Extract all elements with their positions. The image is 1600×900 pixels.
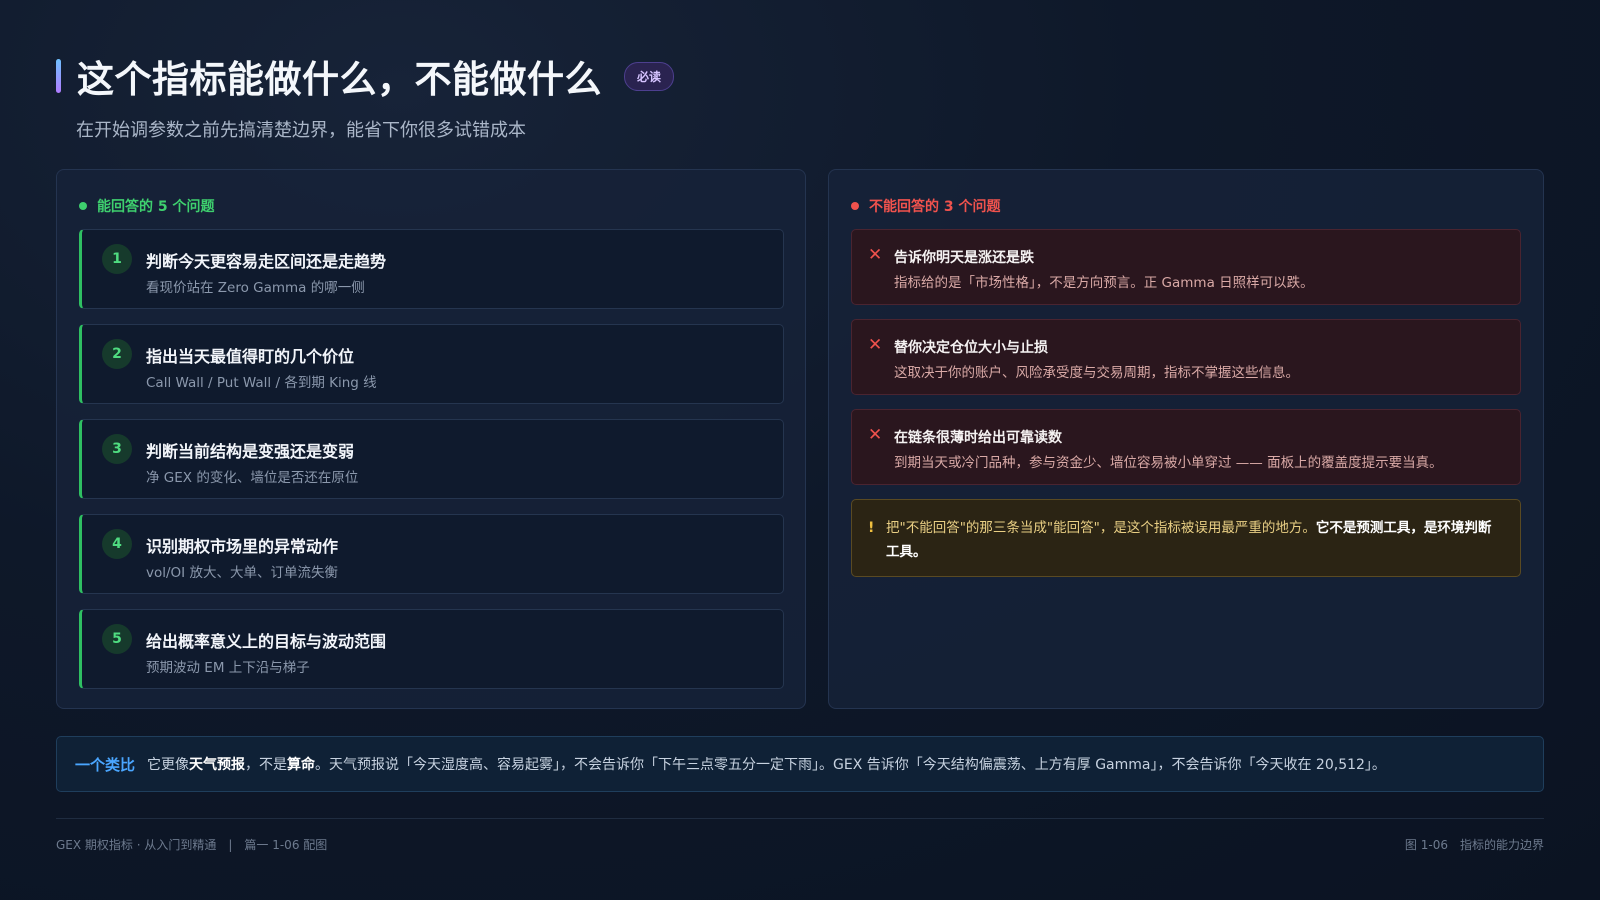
title-accent-bar <box>56 59 61 93</box>
header: 这个指标能做什么，不能做什么 必读 在开始调参数之前先搞清楚边界，能省下你很多试… <box>56 52 1544 142</box>
item-number-badge: 5 <box>102 624 132 654</box>
analogy-bold-weather: 天气预报 <box>189 757 246 773</box>
can-item: 5 给出概率意义上的目标与波动范围 预期波动 EM 上下沿与梯子 <box>79 609 784 689</box>
can-item: 1 判断今天更容易走区间还是走趋势 看现价站在 Zero Gamma 的哪一侧 <box>79 229 784 309</box>
can-item: 4 识别期权市场里的异常动作 vol/OI 放大、大单、订单流失衡 <box>79 514 784 594</box>
can-item-desc: 预期波动 EM 上下沿与梯子 <box>146 660 310 676</box>
analogy-text: ，不是 <box>245 757 288 773</box>
item-number-badge: 1 <box>102 244 132 274</box>
can-item-title: 给出概率意义上的目标与波动范围 <box>146 632 387 651</box>
footer-series-label: GEX 期权指标 · 从入门到精通 | 篇一 1-06 配图 <box>56 838 328 852</box>
cannot-item-desc: 这取决于你的账户、风险承受度与交易周期，指标不掌握这些信息。 <box>894 365 1299 381</box>
cannot-item: ✕ 在链条很薄时给出可靠读数 到期当天或冷门品种，参与资金少、墙位容易被小单穿过… <box>851 409 1521 485</box>
analogy-label: 一个类比 <box>75 755 136 774</box>
close-icon: ✕ <box>868 335 883 355</box>
must-read-badge: 必读 <box>624 61 675 91</box>
cannot-item-desc: 指标给的是「市场性格」，不是方向预言。正 Gamma 日照样可以跌。 <box>894 275 1314 291</box>
analogy-text: 。天气预报说「今天湿度高、容易起雾」，不会告诉你「下午三点零五分一定下雨」。GE… <box>315 757 1386 773</box>
item-number-badge: 4 <box>102 529 132 559</box>
cannot-item-desc: 到期当天或冷门品种，参与资金少、墙位容易被小单穿过 —— 面板上的覆盖度提示要当… <box>894 455 1443 471</box>
warning-text: 把"不能回答"的那三条当成"能回答"，是这个指标被误用最严重的地方。 <box>886 520 1316 536</box>
can-item-desc: vol/OI 放大、大单、订单流失衡 <box>146 565 338 581</box>
item-number-badge: 2 <box>102 339 132 369</box>
red-dot-icon <box>851 202 859 210</box>
footer-divider <box>56 818 1544 819</box>
can-answer-heading-label: 能回答的 5 个问题 <box>97 199 215 215</box>
can-item-title: 判断当前结构是变强还是变弱 <box>146 442 355 461</box>
cannot-item-title: 告诉你明天是涨还是跌 <box>894 250 1034 266</box>
can-answer-panel: 能回答的 5 个问题 1 判断今天更容易走区间还是走趋势 看现价站在 Zero … <box>56 169 806 709</box>
cannot-answer-heading-label: 不能回答的 3 个问题 <box>869 199 1001 215</box>
can-answer-heading: 能回答的 5 个问题 <box>79 196 215 216</box>
warning-icon: ! <box>868 520 875 536</box>
close-icon: ✕ <box>868 425 883 445</box>
cannot-item: ✕ 告诉你明天是涨还是跌 指标给的是「市场性格」，不是方向预言。正 Gamma … <box>851 229 1521 305</box>
analogy-bold-fortune: 算命 <box>287 757 316 773</box>
cannot-item-title: 替你决定仓位大小与止损 <box>894 340 1048 356</box>
cannot-answer-heading: 不能回答的 3 个问题 <box>851 196 1001 216</box>
analogy-text: 它更像 <box>147 757 190 773</box>
can-item-desc: 净 GEX 的变化、墙位是否还在原位 <box>146 470 359 486</box>
cannot-answer-list: ✕ 告诉你明天是涨还是跌 指标给的是「市场性格」，不是方向预言。正 Gamma … <box>851 229 1521 577</box>
cannot-item-title: 在链条很薄时给出可靠读数 <box>894 430 1062 446</box>
misuse-warning-box: ! 把"不能回答"的那三条当成"能回答"，是这个指标被误用最严重的地方。它不是预… <box>851 499 1521 577</box>
figure-caption: 指标的能力边界 <box>1459 838 1544 852</box>
can-item: 3 判断当前结构是变强还是变弱 净 GEX 的变化、墙位是否还在原位 <box>79 419 784 499</box>
analogy-box: 一个类比 它更像 天气预报 ，不是 算命 。天气预报说「今天湿度高、容易起雾」，不会告诉… <box>56 736 1544 792</box>
can-item-title: 判断今天更容易走区间还是走趋势 <box>146 252 387 271</box>
can-item-desc: Call Wall / Put Wall / 各到期 King 线 <box>146 375 377 391</box>
can-item-title: 识别期权市场里的异常动作 <box>146 537 339 556</box>
cannot-answer-panel: 不能回答的 3 个问题 ✕ 告诉你明天是涨还是跌 指标给的是「市场性格」，不是方… <box>828 169 1544 709</box>
item-number-badge: 3 <box>102 434 132 464</box>
footer-figure-caption: 图 1-06 指标的能力边界 <box>1405 836 1544 853</box>
figure-number: 图 1-06 <box>1404 838 1448 852</box>
can-item: 2 指出当天最值得盯的几个价位 Call Wall / Put Wall / 各… <box>79 324 784 404</box>
close-icon: ✕ <box>868 245 883 265</box>
cannot-item: ✕ 替你决定仓位大小与止损 这取决于你的账户、风险承受度与交易周期，指标不掌握这… <box>851 319 1521 395</box>
can-answer-list: 1 判断今天更容易走区间还是走趋势 看现价站在 Zero Gamma 的哪一侧 … <box>79 229 784 704</box>
page-subtitle: 在开始调参数之前先搞清楚边界，能省下你很多试错成本 <box>76 120 526 141</box>
page-title: 这个指标能做什么，不能做什么 <box>77 58 602 101</box>
can-item-title: 指出当天最值得盯的几个价位 <box>146 347 355 366</box>
green-dot-icon <box>79 202 87 210</box>
title-row: 这个指标能做什么，不能做什么 必读 <box>56 52 1544 101</box>
can-item-desc: 看现价站在 Zero Gamma 的哪一侧 <box>146 280 365 296</box>
